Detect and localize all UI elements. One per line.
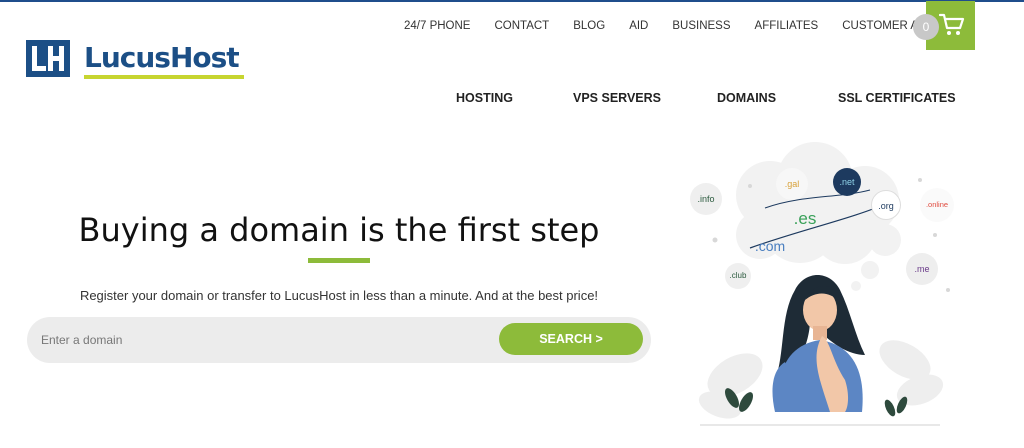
logo-wordmark: LucusHost xyxy=(84,41,244,79)
hero-title-underline xyxy=(308,258,370,263)
tld-es-label: .es xyxy=(793,209,817,228)
thinking-woman-illustration xyxy=(698,142,950,426)
tld-info-bubble: .info xyxy=(690,183,722,215)
main-nav-hosting[interactable]: HOSTING xyxy=(456,91,513,105)
domain-search-button[interactable]: SEARCH > xyxy=(499,323,643,355)
top-nav-phone[interactable]: 24/7 PHONE xyxy=(404,18,470,34)
top-accent-line xyxy=(0,0,1024,2)
top-nav-aid[interactable]: AID xyxy=(629,18,648,34)
hero-illustration: .info .gal .net .org .online .es .com .c… xyxy=(680,140,970,435)
tld-com-label: .com xyxy=(754,238,786,254)
domain-search-bar: SEARCH > xyxy=(27,317,651,363)
top-nav: 24/7 PHONE CONTACT BLOG AID BUSINESS AFF… xyxy=(392,18,954,34)
top-nav-business[interactable]: BUSINESS xyxy=(672,18,730,34)
top-nav-blog[interactable]: BLOG xyxy=(573,18,605,34)
logo-mark-icon xyxy=(26,39,70,77)
cart-icon xyxy=(939,13,965,35)
tld-me-bubble: .me xyxy=(906,253,938,285)
main-nav: HOSTING VPS SERVERS DOMAINS SSL CERTIFIC… xyxy=(0,91,1024,107)
top-nav-affiliates[interactable]: AFFILIATES xyxy=(755,18,819,34)
domain-search-input[interactable] xyxy=(41,329,481,351)
cart-count-badge[interactable]: 0 xyxy=(913,14,939,40)
main-nav-vps-servers[interactable]: VPS SERVERS xyxy=(573,91,661,105)
hero-subtitle: Register your domain or transfer to Lucu… xyxy=(79,288,599,303)
tld-gal-bubble: .gal xyxy=(776,168,808,200)
tld-net-bubble: .net xyxy=(833,168,861,196)
logo-underline xyxy=(84,75,244,79)
main-nav-domains[interactable]: DOMAINS xyxy=(717,91,776,105)
main-nav-ssl-certificates[interactable]: SSL CERTIFICATES xyxy=(838,91,956,105)
tld-org-bubble: .org xyxy=(871,190,901,220)
tld-online-bubble: .online xyxy=(920,188,954,222)
hero-title: Buying a domain is the first step xyxy=(78,211,600,249)
brand-logo[interactable]: LucusHost xyxy=(26,38,244,79)
tld-club-bubble: .club xyxy=(725,263,751,289)
top-nav-contact[interactable]: CONTACT xyxy=(494,18,549,34)
